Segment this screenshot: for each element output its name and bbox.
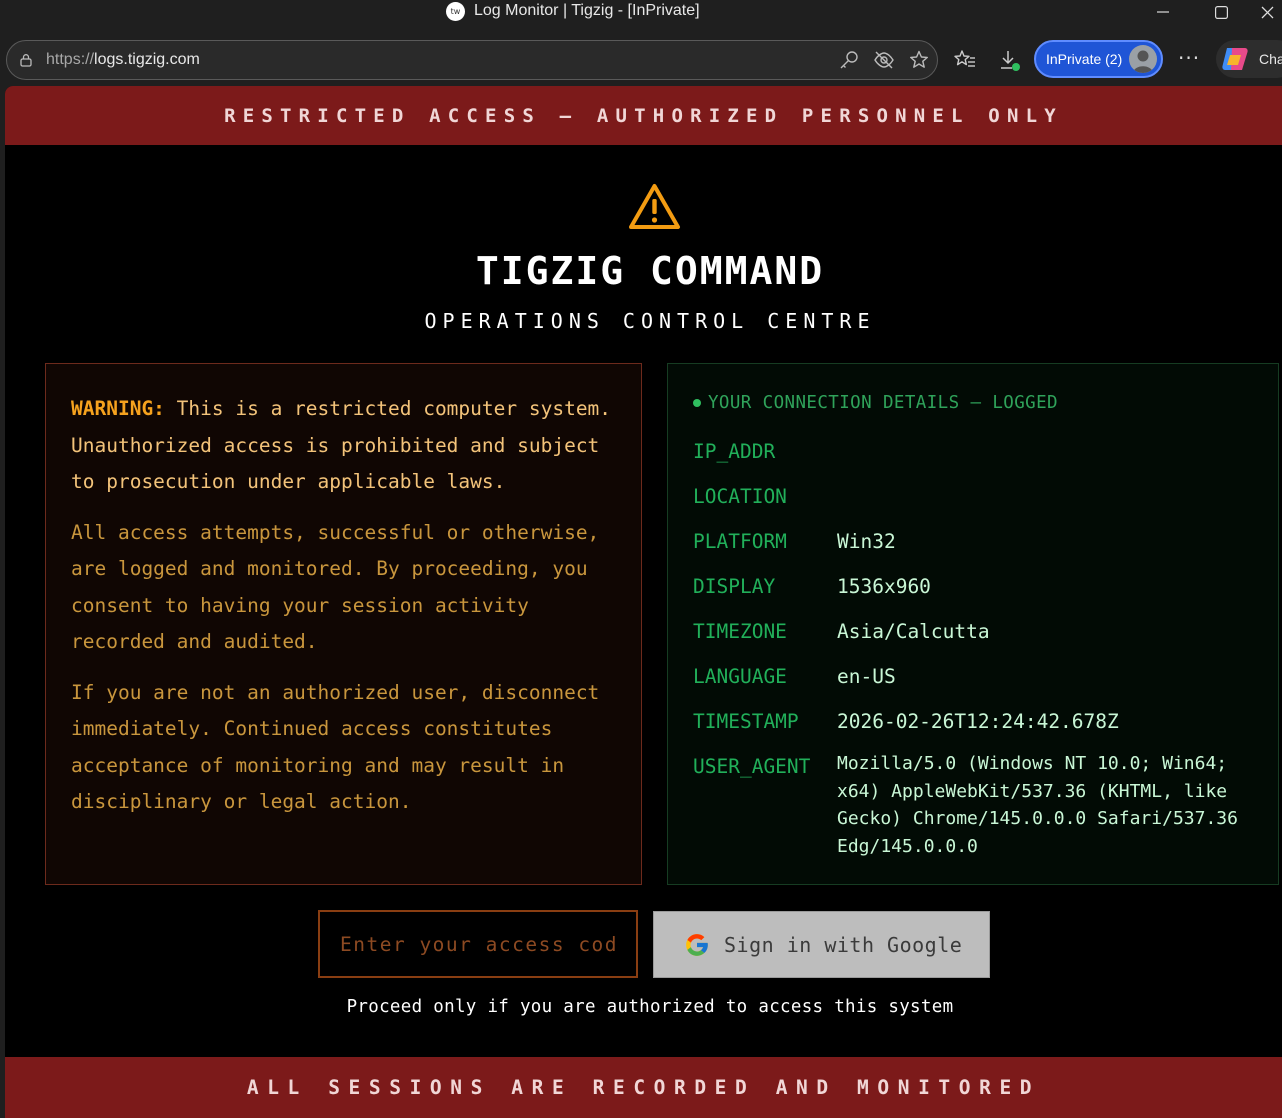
access-code-input[interactable] [318,910,638,978]
restricted-access-banner: RESTRICTED ACCESS — AUTHORIZED PERSONNEL… [5,86,1282,145]
download-complete-badge-icon [1012,63,1020,71]
inprivate-profile-button[interactable]: InPrivate (2) [1034,40,1163,78]
address-bar[interactable]: https://logs.tigzig.com [6,40,938,80]
window-title-group: tw Log Monitor | Tigzig - [InPrivate] [446,1,700,21]
favorites-icon[interactable] [953,48,977,72]
connection-key: DISPLAY [693,575,776,598]
profile-avatar-icon [1129,45,1157,73]
tracking-prevention-icon[interactable] [873,49,895,71]
favorite-star-icon[interactable] [908,49,930,71]
connection-key: TIMEZONE [693,620,787,643]
minimize-icon [1157,11,1169,13]
lock-icon [20,54,32,67]
connection-key: LANGUAGE [693,665,787,688]
monitoring-banner: ALL SESSIONS ARE RECORDED AND MONITORED [5,1057,1282,1118]
user-agent-value: Mozilla/5.0 (Windows NT 10.0; Win64; x64… [837,753,1238,857]
close-window-button[interactable] [1252,0,1282,24]
connection-key: LOCATION [693,485,787,508]
url-text[interactable]: https://logs.tigzig.com [46,51,200,69]
google-logo-icon [686,933,708,956]
authorization-notice: Proceed only if you are authorized to ac… [346,997,954,1017]
warning-disconnect-paragraph: If you are not an authorized user, disco… [71,680,600,814]
key-icon[interactable] [838,49,860,71]
inprivate-label: InPrivate (2) [1046,51,1123,67]
page-title: TIGZIG COMMAND [475,249,825,293]
page-subtitle: OPERATIONS CONTROL CENTRE [424,309,876,333]
downloads-icon[interactable] [997,48,1021,72]
maximize-icon [1214,5,1228,19]
copilot-logo-icon [1222,48,1248,70]
site-favicon-icon: tw [446,1,465,21]
connection-key: IP_ADDR [693,440,776,463]
status-dot-icon [693,399,701,407]
google-button-label: Sign in with Google [724,932,963,957]
connection-details-heading: YOUR CONNECTION DETAILS — LOGGED [693,393,1058,413]
settings-more-button[interactable]: ··· [1178,46,1200,70]
window-title: Log Monitor | Tigzig - [InPrivate] [474,2,700,19]
maximize-button[interactable] [1198,0,1244,24]
warning-logging-paragraph: All access attempts, successful or other… [71,520,600,654]
connection-value: Asia/Calcutta [837,620,990,643]
minimize-button[interactable] [1140,0,1186,24]
warning-panel: WARNING: This is a restricted computer s… [45,363,642,885]
connection-details-panel: YOUR CONNECTION DETAILS — LOGGED IP_ADDR… [667,363,1279,885]
connection-key: USER_AGENT [693,755,811,778]
connection-value: 2026-02-26T12:24:42.678Z [837,710,1119,733]
connection-heading-text: YOUR CONNECTION DETAILS — LOGGED [708,393,1058,413]
connection-value: Win32 [837,530,896,553]
copilot-button[interactable]: Cha [1216,40,1282,78]
connection-key: PLATFORM [693,530,787,553]
connection-value: en-US [837,665,896,688]
window-titlebar: tw Log Monitor | Tigzig - [InPrivate] [0,0,1282,34]
page-viewport: RESTRICTED ACCESS — AUTHORIZED PERSONNEL… [5,86,1282,1118]
url-host: logs.tigzig.com [94,51,200,68]
connection-key: TIMESTAMP [693,710,799,733]
google-sign-in-button[interactable]: Sign in with Google [653,911,990,978]
connection-value: 1536x960 [837,575,931,598]
close-icon [1261,6,1273,18]
warning-keyword: WARNING: [71,397,165,420]
url-scheme: https:// [46,51,95,68]
warning-triangle-icon [629,184,680,229]
warning-lead-paragraph: WARNING: This is a restricted computer s… [71,391,617,501]
copilot-label: Cha [1259,51,1282,67]
